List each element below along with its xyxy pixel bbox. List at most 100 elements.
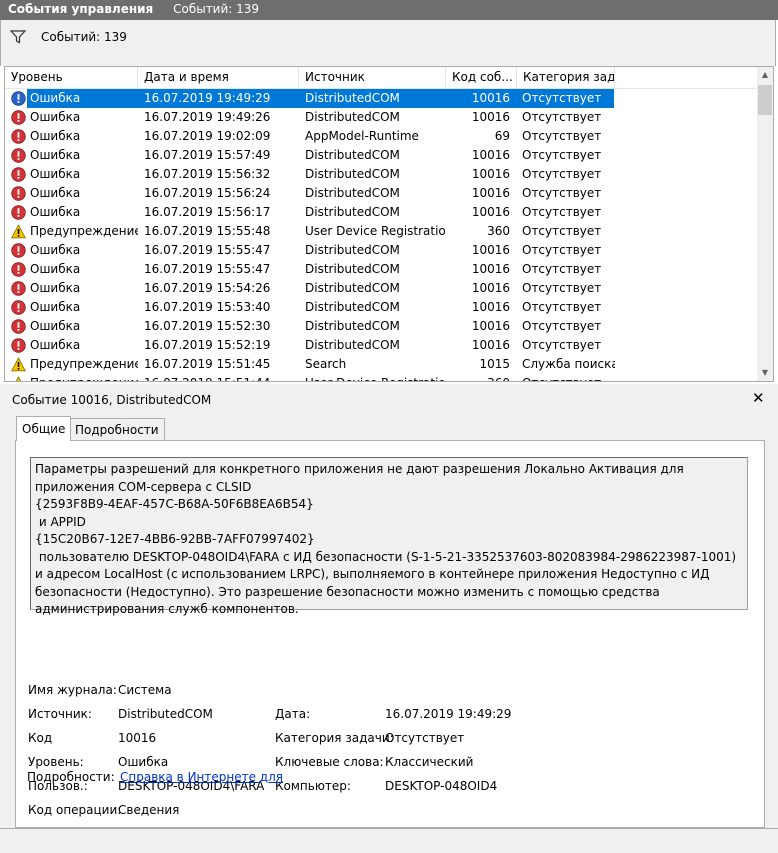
cell-event-code: 10016 bbox=[471, 167, 510, 181]
cell-event-code: 360 bbox=[487, 224, 510, 238]
warning-icon bbox=[11, 357, 26, 372]
more-info-label: Подробности: bbox=[27, 770, 115, 784]
cell-datetime: 16.07.2019 15:51:44 bbox=[144, 374, 299, 381]
event-code-value: 10016 bbox=[118, 731, 157, 745]
cell-source: DistributedCOM bbox=[305, 148, 400, 162]
cell-event-code: 69 bbox=[494, 129, 510, 143]
cell-event-code: 10016 bbox=[471, 319, 510, 333]
table-row[interactable]: Ошибка 16.07.2019 15:53:40 DistributedCOM 1… bbox=[5, 298, 759, 317]
title-event-count: Событий: 139 bbox=[173, 2, 260, 16]
table-row[interactable]: Предупреждение 16.07.2019 15:51:45 Search 1… bbox=[5, 355, 759, 374]
grid-header: Уровень Дата и время Источник Код соб...… bbox=[5, 67, 759, 89]
cell-task-category: Отсутствует bbox=[522, 186, 602, 200]
table-row[interactable]: Предупреждение 16.07.2019 15:51:44 User De… bbox=[5, 374, 759, 381]
tab-details[interactable]: Подробности bbox=[69, 418, 165, 440]
cell-datetime: 16.07.2019 15:51:45 bbox=[144, 357, 271, 371]
status-bar bbox=[0, 828, 778, 853]
column-header-event-code[interactable]: Код соб... bbox=[446, 67, 517, 88]
cell-event-code: 10016 bbox=[471, 205, 510, 219]
cell-source: DistributedCOM bbox=[305, 205, 400, 219]
filter-bar: Событий: 139 bbox=[0, 20, 776, 66]
cell-datetime: 16.07.2019 15:55:47 bbox=[144, 262, 271, 276]
cell-task-category: Отсутствует bbox=[522, 110, 602, 124]
column-header-task-category[interactable]: Категория зад... bbox=[517, 67, 615, 88]
cell-source: DistributedCOM bbox=[305, 281, 400, 295]
cell-datetime: 16.07.2019 15:52:30 bbox=[144, 319, 271, 333]
table-row[interactable]: Ошибка 16.07.2019 19:02:09 AppModel-Runtim… bbox=[5, 127, 759, 146]
cell-event-code: 10016 bbox=[471, 91, 510, 105]
warning-icon bbox=[11, 224, 26, 239]
events-grid[interactable]: Уровень Дата и время Источник Код соб...… bbox=[4, 66, 774, 382]
cell-task-category: Отсутствует bbox=[522, 91, 602, 105]
error-icon bbox=[11, 262, 26, 277]
error-icon bbox=[11, 243, 26, 258]
scroll-up-arrow-icon[interactable]: ▲ bbox=[757, 67, 773, 83]
opcode-label: Код операции: bbox=[28, 803, 122, 817]
grid-vertical-scrollbar[interactable]: ▲ ▼ bbox=[757, 67, 773, 381]
log-name-label: Имя журнала: bbox=[28, 683, 117, 697]
cell-event-code: 10016 bbox=[471, 186, 510, 200]
event-message-text[interactable]: Параметры разрешений для конкретного при… bbox=[30, 457, 748, 616]
table-row[interactable]: Ошибка 16.07.2019 15:56:17 DistributedCOM 1… bbox=[5, 203, 759, 222]
error-icon bbox=[11, 205, 26, 220]
filter-icon[interactable] bbox=[10, 30, 28, 44]
level-value: Ошибка bbox=[118, 755, 169, 769]
cell-datetime: 16.07.2019 15:56:17 bbox=[144, 205, 271, 219]
cell-source: DistributedCOM bbox=[305, 91, 400, 105]
keywords-value: Классический bbox=[385, 755, 474, 769]
cell-task-category: Отсутствует bbox=[522, 205, 602, 219]
cell-level: Ошибка bbox=[30, 167, 81, 181]
cell-event-code: 360 bbox=[446, 374, 510, 381]
table-row[interactable]: Ошибка 16.07.2019 19:49:26 DistributedCOM 1… bbox=[5, 108, 759, 127]
cell-source: DistributedCOM bbox=[305, 300, 400, 314]
cell-datetime: 16.07.2019 19:49:26 bbox=[144, 110, 271, 124]
cell-source: Search bbox=[305, 357, 347, 371]
cell-level: Ошибка bbox=[30, 110, 81, 124]
task-category-value: Отсутствует bbox=[385, 731, 465, 745]
event-code-label: Код bbox=[28, 731, 53, 745]
table-row[interactable]: Ошибка 16.07.2019 15:54:26 DistributedCOM 1… bbox=[5, 279, 759, 298]
cell-datetime: 16.07.2019 15:52:19 bbox=[144, 338, 271, 352]
cell-level: Ошибка bbox=[30, 186, 81, 200]
error-icon bbox=[11, 186, 26, 201]
cell-source: AppModel-Runtime bbox=[305, 129, 419, 143]
table-row[interactable]: Ошибка 16.07.2019 15:57:49 DistributedCOM 1… bbox=[5, 146, 759, 165]
cell-level: Ошибка bbox=[30, 243, 81, 257]
table-row[interactable]: Ошибка 16.07.2019 15:56:24 DistributedCOM 1… bbox=[5, 184, 759, 203]
cell-datetime: 16.07.2019 15:53:40 bbox=[144, 300, 271, 314]
cell-source: DistributedCOM bbox=[305, 319, 400, 333]
table-row[interactable]: Ошибка 16.07.2019 15:55:47 DistributedCOM 1… bbox=[5, 241, 759, 260]
cell-datetime: 16.07.2019 15:57:49 bbox=[144, 148, 271, 162]
tab-general[interactable]: Общие bbox=[16, 416, 72, 441]
table-row[interactable]: Ошибка 16.07.2019 19:49:29 DistributedCOM 1… bbox=[5, 89, 759, 108]
cell-event-code: 10016 bbox=[471, 110, 510, 124]
table-row[interactable]: Ошибка 16.07.2019 15:52:19 DistributedCOM 1… bbox=[5, 336, 759, 355]
cell-level: Ошибка bbox=[30, 262, 81, 276]
cell-level: Ошибка bbox=[30, 129, 81, 143]
close-icon[interactable]: ✕ bbox=[752, 389, 765, 407]
cell-task-category: Служба поиска bbox=[522, 357, 615, 371]
scroll-down-arrow-icon[interactable]: ▼ bbox=[757, 365, 773, 381]
error-icon bbox=[11, 110, 26, 125]
column-header-datetime[interactable]: Дата и время bbox=[138, 67, 299, 88]
online-help-link[interactable]: Справка в Интернете для bbox=[120, 770, 283, 784]
grid-rows: Ошибка 16.07.2019 19:49:29 DistributedCOM 1… bbox=[5, 89, 759, 381]
cell-datetime: 16.07.2019 19:49:29 bbox=[144, 91, 271, 105]
window-title-bar: События управления Событий: 139 bbox=[0, 0, 778, 20]
table-row[interactable]: Ошибка 16.07.2019 15:52:30 DistributedCOM 1… bbox=[5, 317, 759, 336]
table-row[interactable]: Предупреждение 16.07.2019 15:55:48 User De… bbox=[5, 222, 759, 241]
cell-event-code: 10016 bbox=[471, 281, 510, 295]
cell-level: Ошибка bbox=[30, 319, 81, 333]
column-header-level[interactable]: Уровень bbox=[5, 67, 138, 88]
cell-event-code: 10016 bbox=[471, 148, 510, 162]
cell-level: Ошибка bbox=[30, 300, 81, 314]
computer-label: Компьютер: bbox=[275, 779, 351, 793]
cell-task-category: Отсутствует bbox=[522, 224, 602, 238]
scrollbar-thumb[interactable] bbox=[758, 85, 772, 115]
column-header-source[interactable]: Источник bbox=[299, 67, 446, 88]
table-row[interactable]: Ошибка 16.07.2019 15:55:47 DistributedCOM 1… bbox=[5, 260, 759, 279]
cell-task-category: Отсутствует bbox=[522, 262, 602, 276]
table-row[interactable]: Ошибка 16.07.2019 15:56:32 DistributedCOM 1… bbox=[5, 165, 759, 184]
cell-level: Ошибка bbox=[30, 281, 81, 295]
cell-datetime: 16.07.2019 15:54:26 bbox=[144, 281, 271, 295]
